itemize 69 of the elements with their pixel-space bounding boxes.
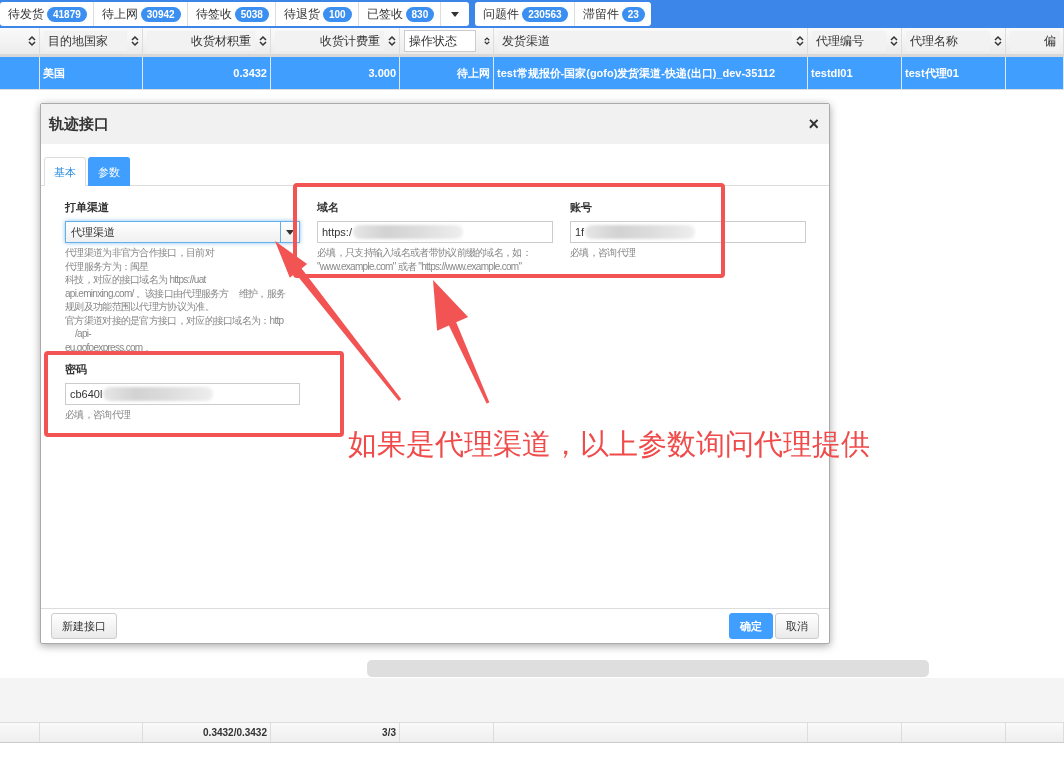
status-tab[interactable]: 待发货 41879 xyxy=(0,2,94,26)
count-badge: 41879 xyxy=(47,6,87,22)
status-tab[interactable]: 待退货 100 xyxy=(275,2,359,26)
dialog-title: 轨迹接口 xyxy=(49,114,110,134)
field-label: 密码 xyxy=(65,362,87,377)
button[interactable]: 取消 xyxy=(775,613,819,639)
sort-icon xyxy=(484,35,490,47)
help-text: 必填，咨询代理 xyxy=(570,246,636,260)
column-header[interactable]: 偏 xyxy=(1010,31,1060,51)
sort-icon xyxy=(131,35,139,47)
column-header[interactable]: 发货渠道 xyxy=(498,31,792,51)
status-tab[interactable]: 问题件 230563 xyxy=(475,2,575,26)
field-label: 打单渠道 xyxy=(65,200,109,215)
input-field[interactable]: cb640l xyxy=(65,383,300,405)
input-field[interactable]: https:/ xyxy=(317,221,553,243)
status-tab[interactable]: 待上网 30942 xyxy=(93,2,188,26)
help-text: "www.example.com" 或者 "https://www.example.com" xyxy=(317,259,522,273)
sort-icon xyxy=(259,35,267,47)
help-text: 科技，对应的接口域名为 https://uat xyxy=(65,273,206,287)
count-badge: 100 xyxy=(322,6,352,22)
count-badge: 23 xyxy=(621,6,645,22)
status-tab[interactable]: 已签收 830 xyxy=(358,2,442,26)
table-cell: 0.3432 xyxy=(233,67,267,79)
status-tab[interactable]: 滞留件 23 xyxy=(574,2,651,26)
help-text: /api- xyxy=(75,327,91,341)
help-text: 必填，咨询代理 xyxy=(65,408,131,422)
table-cell: test常规报价-国家(gofo)发货渠道-快递(出口)_dev-35112 xyxy=(497,65,776,81)
filter-button[interactable]: 操作状态 xyxy=(404,30,476,52)
close-button[interactable]: × xyxy=(808,115,819,133)
field-label: 账号 xyxy=(570,200,592,215)
column-header[interactable]: 代理名称 xyxy=(906,31,990,51)
help-text: 官方渠道对接的是官方接口，对应的接口域名为：http xyxy=(65,313,284,327)
count-badge: 5038 xyxy=(234,6,269,22)
caret-icon xyxy=(286,229,294,235)
sort-icon xyxy=(388,35,396,47)
table-cell: testdl01 xyxy=(811,67,853,79)
table-cell: 3.000 xyxy=(368,67,396,79)
help-text: eu.gofoexpress.com 。 xyxy=(65,340,154,354)
help-text: 代理服务方为：闽星 xyxy=(65,259,149,273)
caret-icon xyxy=(451,11,460,17)
help-text: 代理渠道为非官方合作接口，目前对 xyxy=(65,246,214,260)
total-cell: 3/3 xyxy=(382,727,396,738)
status-tab[interactable]: 待签收 5038 xyxy=(187,2,276,26)
count-badge: 30942 xyxy=(140,6,181,22)
field-label: 域名 xyxy=(317,200,339,215)
column-header[interactable]: 收货计费重 xyxy=(275,31,384,51)
total-cell: 0.3432/0.3432 xyxy=(203,727,267,738)
help-text: 维护，服务 xyxy=(238,286,286,300)
help-text: 规则及功能范围以代理方协议为准。 xyxy=(65,300,214,314)
table-cell: 待上网 xyxy=(457,65,490,81)
column-header[interactable]: 目的地国家 xyxy=(44,31,127,51)
column-header[interactable]: 代理编号 xyxy=(812,31,886,51)
input-field[interactable]: 1f xyxy=(570,221,806,243)
sort-icon xyxy=(890,35,898,47)
count-badge: 230563 xyxy=(522,6,568,22)
help-text: 必填，只支持输入域名或者带协议前缀的域名，如： xyxy=(317,246,531,260)
count-badge: 830 xyxy=(405,6,435,22)
tab[interactable]: 基本 xyxy=(44,157,86,186)
sort-icon xyxy=(28,35,36,47)
scrollbar[interactable] xyxy=(367,660,929,677)
table-cell: 美国 xyxy=(43,65,65,81)
column-header[interactable]: 收货材积重 xyxy=(147,31,255,51)
select-field[interactable]: 代理渠道 xyxy=(65,221,300,243)
table-cell: test代理01 xyxy=(905,65,959,81)
help-text: api.eminxing.com/ 。该接口由代理服务方 xyxy=(65,286,229,300)
sort-icon xyxy=(994,35,1002,47)
button[interactable]: 新建接口 xyxy=(51,613,117,639)
annotation-text: 如果是代理渠道，以上参数询问代理提供 xyxy=(348,427,870,462)
sort-icon xyxy=(796,35,804,47)
